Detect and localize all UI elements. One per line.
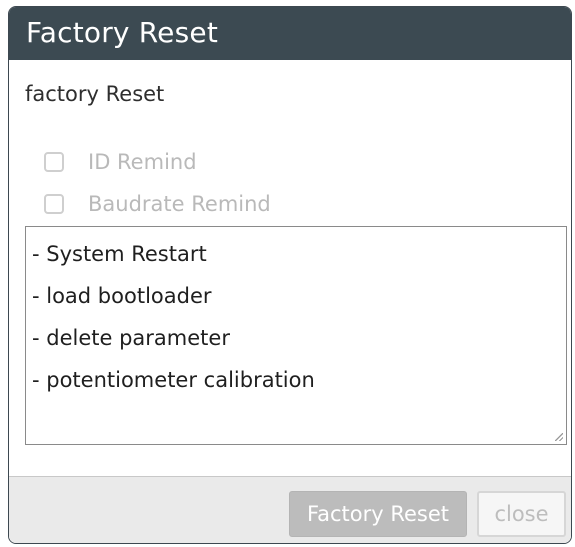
list-item: - System Restart — [32, 242, 207, 266]
id-remind-option[interactable]: ID Remind — [44, 149, 197, 175]
list-item: - potentiometer calibration — [32, 368, 315, 392]
close-button[interactable]: close — [477, 491, 566, 537]
dialog-footer: Factory Reset close — [9, 476, 571, 543]
id-remind-checkbox[interactable] — [44, 152, 64, 172]
factory-reset-dialog: Factory Reset factory Reset ID Remind Ba… — [8, 6, 572, 544]
factory-reset-button[interactable]: Factory Reset — [289, 491, 467, 537]
baudrate-remind-option[interactable]: Baudrate Remind — [44, 191, 271, 217]
baudrate-remind-checkbox[interactable] — [44, 194, 64, 214]
reset-steps-textarea[interactable]: - System Restart - load bootloader - del… — [25, 226, 567, 445]
id-remind-label: ID Remind — [88, 150, 197, 174]
list-item: - delete parameter — [32, 326, 230, 350]
list-item: - load bootloader — [32, 284, 212, 308]
section-heading: factory Reset — [25, 82, 165, 106]
baudrate-remind-label: Baudrate Remind — [88, 192, 271, 216]
title-bar[interactable]: Factory Reset — [9, 7, 571, 60]
resize-grip-icon[interactable] — [555, 433, 563, 441]
dialog-title: Factory Reset — [26, 16, 218, 49]
